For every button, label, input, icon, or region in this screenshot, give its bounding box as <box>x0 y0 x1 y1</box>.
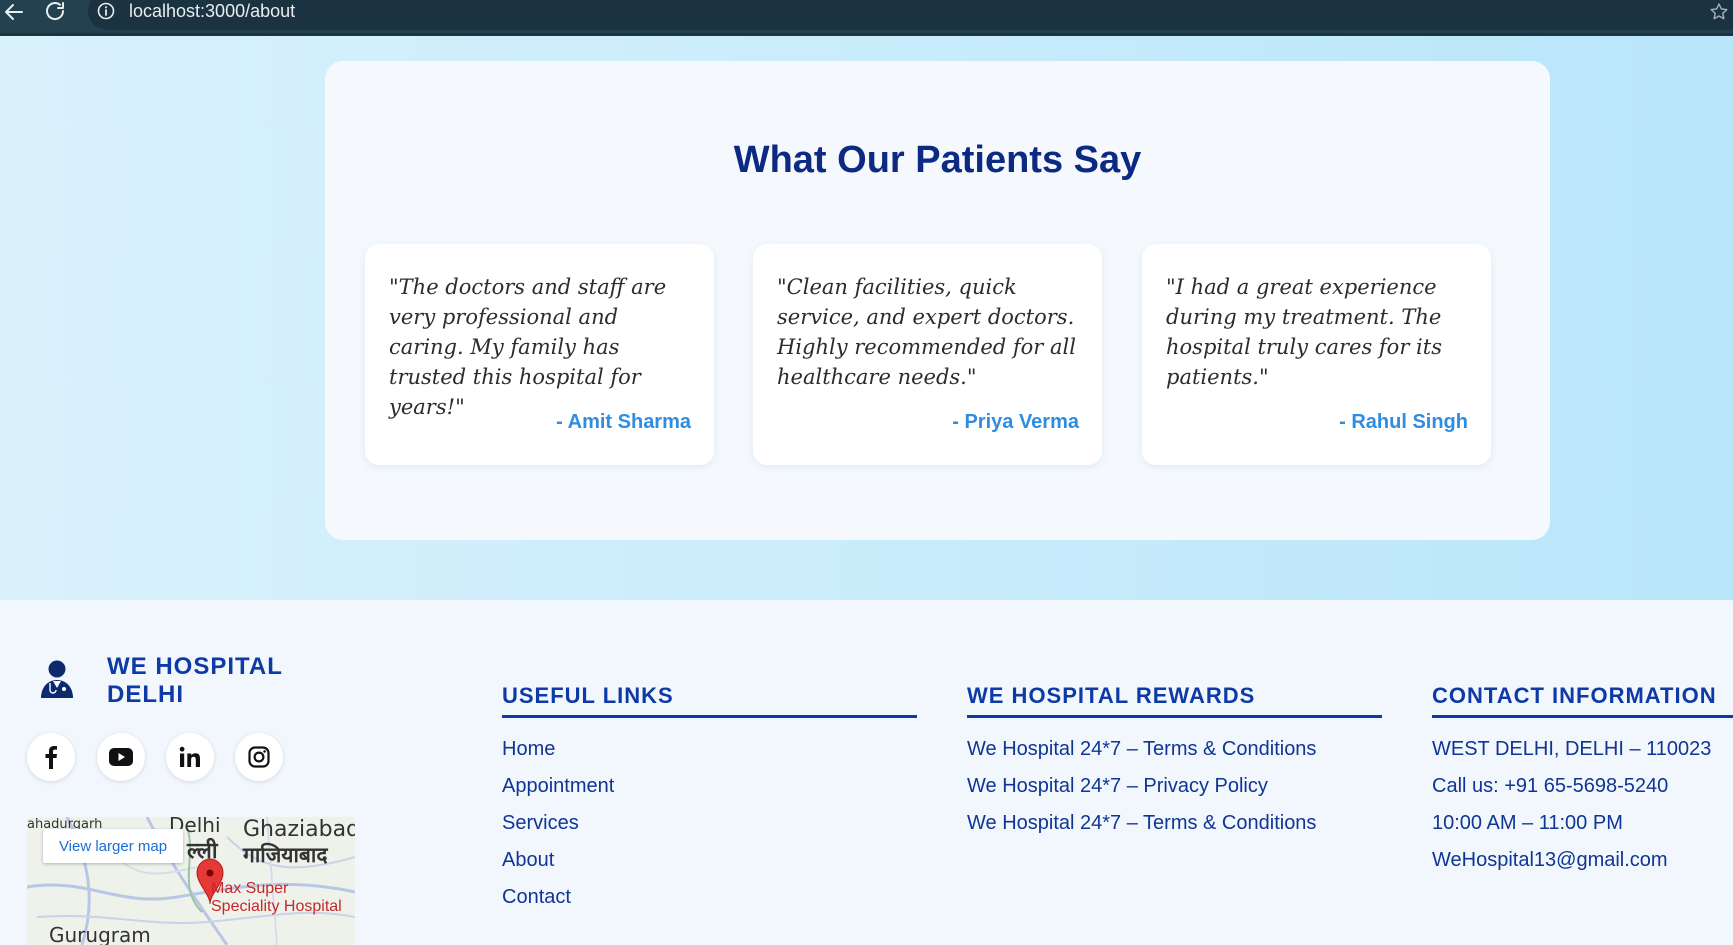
instagram-icon[interactable] <box>235 733 283 781</box>
rewards-list: We Hospital 24*7 – Terms & Conditions We… <box>967 731 1316 842</box>
pin-label-line: Max Super <box>211 880 289 897</box>
doctor-icon <box>38 658 76 700</box>
rewards-link-terms-2[interactable]: We Hospital 24*7 – Terms & Conditions <box>967 805 1316 842</box>
map-pin-label: Max Super Speciality Hospital <box>211 880 342 916</box>
reload-icon[interactable] <box>42 0 70 24</box>
contact-title: CONTACT INFORMATION <box>1432 683 1717 708</box>
footer: WE HOSPITAL DELHI ahadurgarh Delhi ल्ली … <box>0 600 1733 945</box>
useful-links-title: USEFUL LINKS <box>502 683 674 708</box>
testimonial-author: - Rahul Singh <box>1339 411 1468 433</box>
url-text[interactable]: localhost:3000/about <box>129 0 295 22</box>
map-label: Ghaziabad <box>243 817 355 842</box>
map-label: ल्ली <box>187 839 218 864</box>
facebook-icon[interactable] <box>27 733 75 781</box>
testimonial-quote: "I had a great experience during my trea… <box>1166 275 1442 389</box>
title-underline <box>1432 715 1733 718</box>
arrow-left-icon[interactable] <box>0 0 28 24</box>
linkedin-icon[interactable] <box>166 733 214 781</box>
star-icon[interactable] <box>1705 0 1733 24</box>
youtube-icon[interactable] <box>97 733 145 781</box>
rewards-title: WE HOSPITAL REWARDS <box>967 683 1256 708</box>
address-bar[interactable] <box>88 0 1733 30</box>
title-underline <box>502 715 917 718</box>
pin-label-line: Speciality Hospital <box>211 898 342 915</box>
testimonials-section: What Our Patients Say "The doctors and s… <box>0 36 1733 600</box>
footer-link-home[interactable]: Home <box>502 731 614 768</box>
useful-links-list: Home Appointment Services About Contact <box>502 731 614 916</box>
footer-link-appointment[interactable]: Appointment <box>502 768 614 805</box>
contact-address: WEST DELHI, DELHI – 110023 <box>1432 738 1712 760</box>
rewards-link-privacy[interactable]: We Hospital 24*7 – Privacy Policy <box>967 768 1316 805</box>
contact-email[interactable]: WeHospital13@gmail.com <box>1432 842 1711 879</box>
testimonial-quote: "The doctors and staff are very professi… <box>389 275 667 419</box>
footer-link-services[interactable]: Services <box>502 805 614 842</box>
contact-hours: 10:00 AM – 11:00 PM <box>1432 812 1623 834</box>
footer-link-about[interactable]: About <box>502 842 614 879</box>
contact-list: WEST DELHI, DELHI – 110023 Call us: +91 … <box>1432 731 1711 879</box>
title-underline <box>967 715 1382 718</box>
testimonial-quote: "Clean facilities, quick service, and ex… <box>777 275 1076 389</box>
testimonial-author: - Priya Verma <box>952 411 1079 433</box>
footer-link-contact[interactable]: Contact <box>502 879 614 916</box>
map-label: गाजियाबाद <box>243 843 328 867</box>
brand-name[interactable]: WE HOSPITAL DELHI <box>107 653 337 709</box>
map-embed[interactable]: ahadurgarh Delhi ल्ली Ghaziabad गाजियाबा… <box>27 817 355 945</box>
view-larger-map-link[interactable]: View larger map <box>43 829 183 863</box>
testimonial-card: "The doctors and staff are very professi… <box>365 244 714 465</box>
contact-phone[interactable]: Call us: +91 65-5698-5240 <box>1432 768 1711 805</box>
browser-toolbar: localhost:3000/about <box>0 0 1733 36</box>
rewards-link-terms[interactable]: We Hospital 24*7 – Terms & Conditions <box>967 731 1316 768</box>
testimonial-card: "I had a great experience during my trea… <box>1142 244 1491 465</box>
testimonial-card: "Clean facilities, quick service, and ex… <box>753 244 1102 465</box>
section-title: What Our Patients Say <box>733 139 1142 181</box>
testimonial-author: - Amit Sharma <box>556 411 691 433</box>
map-label: Gurugram <box>49 923 151 945</box>
info-icon[interactable] <box>96 1 116 21</box>
testimonials-panel: What Our Patients Say "The doctors and s… <box>325 61 1550 540</box>
